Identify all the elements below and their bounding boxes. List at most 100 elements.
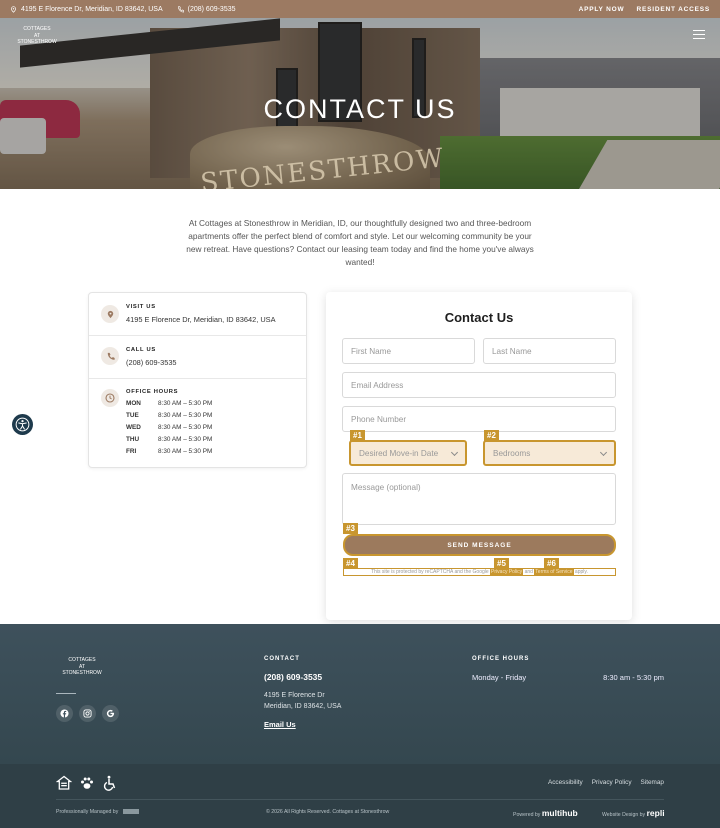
hamburger-icon[interactable] — [693, 30, 705, 40]
powered-by[interactable]: Powered by multihub — [513, 808, 578, 818]
footer-address-line: 4195 E Florence Dr — [264, 692, 325, 699]
pet-friendly-icon — [81, 777, 93, 789]
intro-text: At Cottages at Stonesthrow in Meridian, … — [186, 218, 534, 267]
hours-row: FRI 8:30 AM – 5:30 PM — [126, 448, 286, 455]
accessibility-link[interactable]: Accessibility — [548, 779, 583, 786]
email-input[interactable]: Email Address — [342, 372, 616, 398]
location-pin-icon — [11, 5, 16, 13]
chevron-down-icon — [450, 448, 459, 457]
clock-icon — [101, 389, 119, 407]
call-us-section: CALL US (208) 609-3535 — [89, 336, 306, 379]
message-textarea[interactable]: Message (optional) — [342, 473, 616, 525]
equal-housing-icon — [56, 775, 72, 790]
design-by-text: Website Design by — [602, 812, 646, 818]
visit-us-section: VISIT US 4195 E Florence Dr, Meridian, I… — [89, 293, 306, 336]
instagram-icon[interactable] — [79, 705, 96, 722]
footer-links: Accessibility Privacy Policy Sitemap — [548, 779, 664, 786]
topbar-phone-text: (208) 609-3535 — [187, 5, 236, 13]
hours-day: MON — [126, 400, 141, 407]
apply-now-link[interactable]: APPLY NOW — [579, 6, 625, 13]
multihub-logo: multihub — [541, 808, 578, 818]
footer-hours-days: Monday - Friday — [472, 673, 527, 682]
logo-line: STONESTHROW — [62, 670, 102, 676]
visit-us-label: VISIT US — [126, 304, 156, 310]
management-logo-icon[interactable] — [122, 809, 139, 815]
repli-logo: repli — [646, 808, 665, 818]
call-us-phone[interactable]: (208) 609-3535 — [126, 358, 177, 367]
footer-hours-label: OFFICE HOURS — [472, 656, 530, 662]
hours-day: TUE — [126, 412, 139, 419]
send-message-button[interactable]: SEND MESSAGE — [343, 534, 616, 556]
location-pin-icon — [101, 305, 119, 323]
copyright: © 2026 All Rights Reserved. Cottages at … — [266, 809, 390, 815]
visit-us-address[interactable]: 4195 E Florence Dr, Meridian, ID 83642, … — [126, 315, 276, 324]
phone-input[interactable]: Phone Number — [342, 406, 616, 432]
hours-row: TUE 8:30 AM – 5:30 PM — [126, 412, 286, 419]
footer-email-link[interactable]: Email Us — [264, 720, 296, 729]
hours-time: 8:30 AM – 5:30 PM — [158, 436, 213, 443]
last-name-input[interactable]: Last Name — [483, 338, 616, 364]
sub-footer: Accessibility Privacy Policy Sitemap Pro… — [0, 764, 720, 828]
move-in-date-select[interactable]: Desired Move-in Date — [349, 440, 467, 466]
hours-time: 8:30 AM – 5:30 PM — [158, 412, 213, 419]
footer-address[interactable]: 4195 E Florence Dr Meridian, ID 83642, U… — [264, 690, 341, 712]
recaptcha-and: and — [524, 569, 533, 575]
site-logo[interactable]: COTTAGES AT STONESTHROW — [17, 26, 57, 46]
hours-row: WED 8:30 AM – 5:30 PM — [126, 424, 286, 431]
recaptcha-text: This site is protected by reCAPTCHA and … — [371, 569, 489, 575]
footer-divider — [56, 693, 76, 694]
wheelchair-icon — [103, 775, 116, 791]
move-in-date-value: Desired Move-in Date — [359, 448, 439, 458]
bedrooms-value: Bedrooms — [493, 448, 531, 458]
phone-icon — [177, 5, 184, 12]
managed-by: Professionally Managed by — [56, 809, 139, 815]
topbar-address[interactable]: 4195 E Florence Dr, Meridian, ID 83642, … — [10, 6, 163, 13]
contact-form-card: Contact Us First Name Last Name Email Ad… — [326, 292, 632, 620]
recaptcha-apply: apply. — [574, 569, 588, 575]
hours-day: WED — [126, 424, 141, 431]
logo-line: STONESTHROW — [17, 39, 57, 45]
accessibility-icon — [15, 417, 30, 432]
bedrooms-select[interactable]: Bedrooms — [483, 440, 616, 466]
first-name-input[interactable]: First Name — [342, 338, 475, 364]
footer-contact-label: CONTACT — [264, 656, 300, 662]
office-hours-label: OFFICE HOURS — [126, 389, 179, 395]
facebook-icon[interactable] — [56, 705, 73, 722]
footer-phone[interactable]: (208) 609-3535 — [264, 672, 322, 682]
google-terms-link[interactable]: Terms of Service — [534, 569, 574, 575]
top-bar: 4195 E Florence Dr, Meridian, ID 83642, … — [0, 0, 720, 18]
chevron-down-icon — [599, 448, 608, 457]
footer-hours-time: 8:30 am - 5:30 pm — [603, 673, 664, 682]
google-icon[interactable] — [102, 705, 119, 722]
footer-logo[interactable]: COTTAGES AT STONESTHROW — [60, 657, 104, 677]
hero-banner: STONESTHROW COTTAGES AT STONESTHROW CONT… — [0, 18, 720, 189]
office-hours-section: OFFICE HOURS MON 8:30 AM – 5:30 PM TUE 8:3… — [89, 379, 306, 467]
form-title: Contact Us — [444, 310, 514, 325]
hours-day: THU — [126, 436, 140, 443]
sitemap-link[interactable]: Sitemap — [641, 779, 664, 786]
hours-time: 8:30 AM – 5:30 PM — [158, 448, 213, 455]
hours-row: MON 8:30 AM – 5:30 PM — [126, 400, 286, 407]
site-footer: COTTAGES AT STONESTHROW CONTACT (208) 60… — [0, 624, 720, 764]
privacy-policy-link[interactable]: Privacy Policy — [592, 779, 632, 786]
resident-access-link[interactable]: RESIDENT ACCESS — [636, 6, 710, 13]
google-privacy-link[interactable]: Privacy Policy — [490, 569, 524, 575]
hours-time: 8:30 AM – 5:30 PM — [158, 424, 213, 431]
hours-row: THU 8:30 AM – 5:30 PM — [126, 436, 286, 443]
footer-address-line: Meridian, ID 83642, USA — [264, 703, 342, 710]
topbar-phone[interactable]: (208) 609-3535 — [177, 6, 236, 13]
website-design-by[interactable]: Website Design by repli — [602, 808, 665, 818]
phone-icon — [101, 347, 119, 365]
recaptcha-notice: This site is protected by reCAPTCHA and … — [343, 568, 616, 576]
powered-by-text: Powered by — [513, 812, 541, 818]
hours-time: 8:30 AM – 5:30 PM — [158, 400, 213, 407]
hours-day: FRI — [126, 448, 137, 455]
accessibility-widget-button[interactable] — [12, 414, 33, 435]
page-title: CONTACT US — [263, 94, 457, 124]
sub-footer-divider — [56, 799, 664, 800]
annotation-tag: #3 — [343, 523, 358, 534]
topbar-address-text: 4195 E Florence Dr, Meridian, ID 83642, … — [21, 5, 163, 13]
managed-by-text: Professionally Managed by — [56, 809, 119, 815]
call-us-label: CALL US — [126, 347, 156, 353]
contact-info-card: VISIT US 4195 E Florence Dr, Meridian, I… — [88, 292, 307, 468]
